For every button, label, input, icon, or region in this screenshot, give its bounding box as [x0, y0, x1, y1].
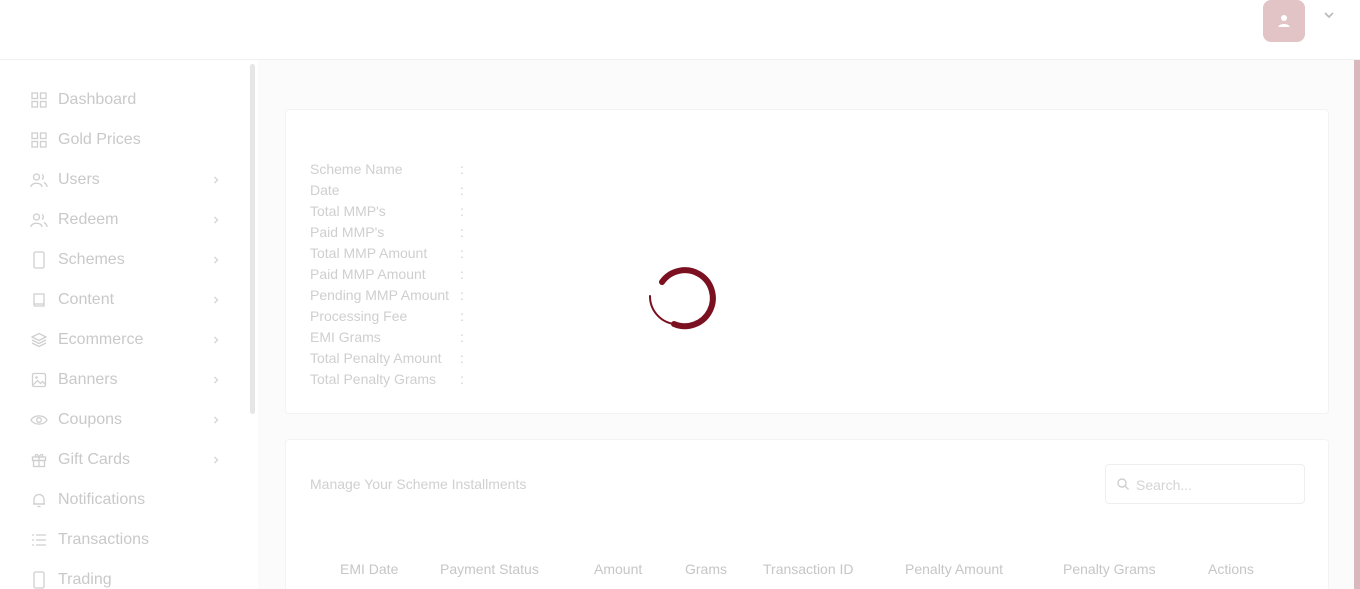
grid-icon	[30, 131, 48, 149]
detail-label: Scheme Name	[310, 161, 403, 177]
sidebar-item-label: Gold Prices	[58, 131, 141, 148]
gift-icon	[30, 451, 48, 469]
detail-label: Total Penalty Grams	[310, 371, 437, 387]
chevron-right-icon	[210, 454, 222, 466]
sidebar-item-label: Redeem	[58, 211, 119, 228]
search-icon	[1117, 478, 1129, 490]
detail-separator: :	[460, 266, 464, 282]
detail-label: Pending MMP Amount	[310, 287, 450, 303]
sidebar-item-users[interactable]: Users	[0, 160, 240, 200]
sidebar-item-label: Banners	[58, 371, 118, 388]
sidebar-item-label: Dashboard	[58, 91, 137, 108]
column-header-actions[interactable]: Actions	[1208, 561, 1254, 577]
column-header-emi-date[interactable]: EMI Date	[340, 561, 398, 577]
sidebar-item-coupons[interactable]: Coupons	[0, 400, 240, 440]
user-icon	[1278, 15, 1290, 27]
detail-label: Date	[310, 182, 340, 198]
detail-separator: :	[460, 224, 464, 240]
sidebar-item-label: Gift Cards	[58, 451, 131, 468]
detail-separator: :	[460, 308, 464, 324]
detail-label: Processing Fee	[310, 308, 408, 324]
top-bar	[0, 0, 1360, 60]
installments-title: Manage Your Scheme Installments	[310, 476, 527, 492]
search-field[interactable]	[1105, 464, 1305, 504]
scheme-details-card	[285, 109, 1329, 414]
detail-separator: :	[460, 287, 464, 303]
detail-separator: :	[460, 350, 464, 366]
bell-icon	[30, 491, 48, 509]
chevron-right-icon	[210, 334, 222, 346]
column-header-payment-status[interactable]: Payment Status	[440, 561, 539, 577]
column-header-amount[interactable]: Amount	[594, 561, 642, 577]
sidebar-item-ecommerce[interactable]: Ecommerce	[0, 320, 240, 360]
grid-icon	[30, 91, 48, 109]
chevron-right-icon	[210, 254, 222, 266]
tablet-icon	[30, 251, 48, 269]
detail-separator: :	[460, 182, 464, 198]
detail-label: Total Penalty Amount	[310, 350, 442, 366]
detail-separator: :	[460, 161, 464, 177]
sidebar-item-transactions[interactable]: Transactions	[0, 520, 240, 560]
detail-separator: :	[460, 329, 464, 345]
sidebar-item-label: Coupons	[58, 411, 123, 428]
user-avatar-button[interactable]	[1263, 0, 1305, 42]
chevron-right-icon	[210, 214, 222, 226]
detail-label: Paid MMP's	[310, 224, 385, 240]
sidebar-item-gift-cards[interactable]: Gift Cards	[0, 440, 240, 480]
sidebar-item-label: Ecommerce	[58, 331, 144, 348]
chevron-right-icon	[210, 414, 222, 426]
sidebar-item-content[interactable]: Content	[0, 280, 240, 320]
chevron-right-icon	[210, 374, 222, 386]
chevron-right-icon	[210, 294, 222, 306]
account-menu-toggle[interactable]	[1320, 6, 1338, 24]
column-header-penalty-grams[interactable]: Penalty Grams	[1063, 561, 1156, 577]
detail-label: Paid MMP Amount	[310, 266, 426, 282]
users-icon	[30, 171, 48, 189]
search-input[interactable]	[1136, 475, 1296, 495]
list-icon	[30, 531, 48, 549]
sidebar-item-schemes[interactable]: Schemes	[0, 240, 240, 280]
detail-separator: :	[460, 203, 464, 219]
sidebar-item-label: Notifications	[58, 491, 146, 508]
loading-spinner-icon	[648, 267, 716, 330]
column-header-transaction-id[interactable]: Transaction ID	[763, 561, 854, 577]
sidebar-item-redeem[interactable]: Redeem	[0, 200, 240, 240]
column-header-penalty-amount[interactable]: Penalty Amount	[905, 561, 1003, 577]
sidebar-item-label: Trading	[58, 571, 112, 588]
eye-icon	[30, 411, 48, 429]
page-scrollbar[interactable]	[1354, 60, 1360, 589]
sidebar-item-label: Users	[58, 171, 100, 188]
sidebar-item-label: Transactions	[58, 531, 149, 548]
tablet-icon	[30, 571, 48, 589]
detail-label: Total MMP's	[310, 203, 386, 219]
layers-icon	[30, 331, 48, 349]
chevron-right-icon	[210, 174, 222, 186]
sidebar-item-label: Schemes	[58, 251, 125, 268]
detail-separator: :	[460, 245, 464, 261]
chevron-down-icon	[1324, 12, 1334, 19]
book-icon	[30, 291, 48, 309]
column-header-grams[interactable]: Grams	[685, 561, 727, 577]
sidebar-item-dashboard[interactable]: Dashboard	[0, 80, 240, 120]
sidebar-item-gold-prices[interactable]: Gold Prices	[0, 120, 240, 160]
detail-separator: :	[460, 371, 464, 387]
sidebar-item-label: Content	[58, 291, 115, 308]
sidebar-item-trading[interactable]: Trading	[0, 560, 240, 589]
image-icon	[30, 371, 48, 389]
users-icon	[30, 211, 48, 229]
sidebar-item-notifications[interactable]: Notifications	[0, 480, 240, 520]
detail-label: Total MMP Amount	[310, 245, 428, 261]
sidebar-item-banners[interactable]: Banners	[0, 360, 240, 400]
detail-label: EMI Grams	[310, 329, 381, 345]
sidebar-scrollbar[interactable]	[250, 64, 255, 414]
